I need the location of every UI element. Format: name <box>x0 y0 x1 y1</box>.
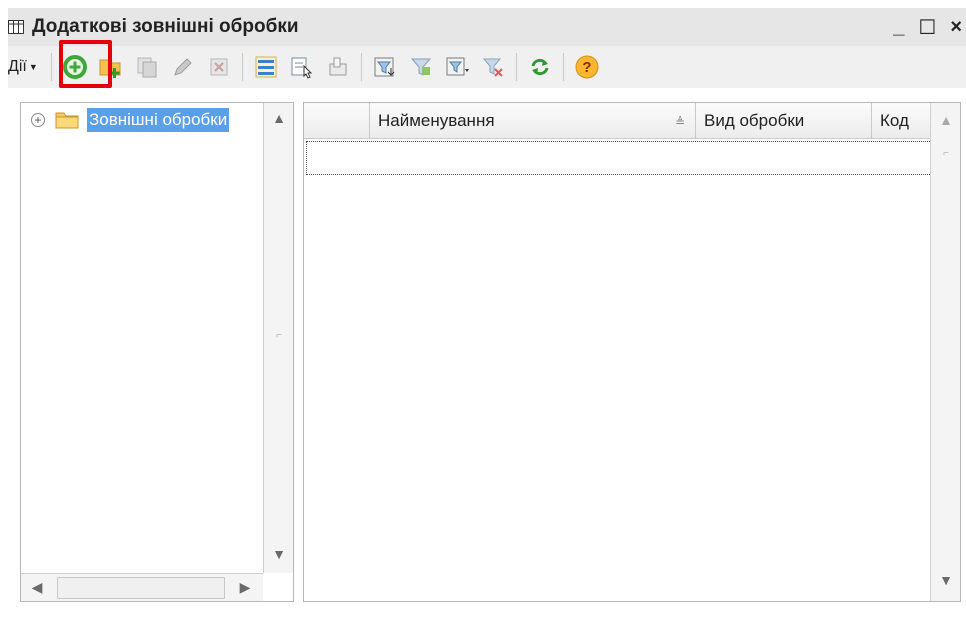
help-icon: ? <box>574 54 600 80</box>
copy-button[interactable] <box>133 53 161 81</box>
table-row[interactable] <box>306 141 932 175</box>
close-button[interactable]: × <box>950 16 962 39</box>
window-title: Додаткові зовнішні обробки <box>32 16 299 37</box>
filter-clear-icon <box>480 54 506 80</box>
toolbar: Дії ▼ ? <box>8 46 966 88</box>
delete-button[interactable] <box>205 53 233 81</box>
toolbar-separator <box>562 53 564 81</box>
grid-header: Найменування ≜ Вид обробки Код <box>304 103 932 139</box>
column-header-icon[interactable] <box>304 103 370 139</box>
chevron-down-icon: ▼ <box>28 62 38 72</box>
scroll-thumb[interactable] <box>57 577 225 599</box>
scroll-up-icon[interactable]: ▲ <box>931 105 961 135</box>
toolbar-separator <box>50 53 52 81</box>
expand-icon[interactable]: + <box>31 113 45 127</box>
select-icon <box>325 54 351 80</box>
select-button[interactable] <box>324 53 352 81</box>
svg-text:?: ? <box>582 59 591 76</box>
sort-ascending-icon: ≜ <box>674 115 685 129</box>
add-folder-button[interactable] <box>97 53 125 81</box>
column-header-name-label: Найменування <box>378 111 495 130</box>
scroll-right-icon[interactable]: ▶ <box>231 573 259 601</box>
filter-clear-button[interactable] <box>479 53 507 81</box>
filter-apply-button[interactable] <box>407 53 435 81</box>
scroll-down-icon[interactable]: ▼ <box>264 539 294 569</box>
add-icon <box>62 54 88 80</box>
filter-icon <box>372 54 398 80</box>
column-header-type[interactable]: Вид обробки <box>696 103 872 139</box>
add-folder-icon <box>98 54 124 80</box>
toolbar-separator <box>515 53 517 81</box>
actions-menu[interactable]: Дії ▼ <box>8 58 38 76</box>
filter-apply-icon <box>408 54 434 80</box>
hierarchy-button[interactable] <box>252 53 280 81</box>
filter-menu-icon <box>444 54 470 80</box>
scroll-left-icon[interactable]: ◀ <box>23 573 51 601</box>
copy-icon <box>134 54 160 80</box>
refresh-button[interactable] <box>526 53 554 81</box>
toolbar-separator <box>360 53 362 81</box>
grid-panel: Найменування ≜ Вид обробки Код ▲ ⌐ ▼ <box>303 102 961 602</box>
maximize-button[interactable]: ☐ <box>918 15 936 40</box>
window-title-bar: Додаткові зовнішні обробки _ ☐ × <box>8 8 966 46</box>
scroll-up-icon[interactable]: ▲ <box>264 103 294 133</box>
filter-menu-button[interactable] <box>443 53 471 81</box>
column-header-name[interactable]: Найменування ≜ <box>370 103 696 139</box>
table-icon <box>8 19 24 35</box>
scroll-down-icon[interactable]: ▼ <box>931 565 961 595</box>
tree-item-label: Зовнішні обробки <box>87 108 230 132</box>
tree-panel: + Зовнішні обробки ▲ ⌐ ▼ ◀ ▶ <box>20 102 294 602</box>
scroll-thumb-grip-icon[interactable]: ⌐ <box>941 149 951 159</box>
column-header-code[interactable]: Код <box>872 103 932 139</box>
refresh-icon <box>527 54 553 80</box>
grid-vertical-scrollbar[interactable]: ▲ ⌐ ▼ <box>930 103 960 601</box>
hierarchy-icon <box>253 54 279 80</box>
filter-button[interactable] <box>371 53 399 81</box>
add-button[interactable] <box>61 53 89 81</box>
actions-menu-label: Дії <box>8 58 27 75</box>
list-mode-icon <box>289 54 315 80</box>
edit-button[interactable] <box>169 53 197 81</box>
help-button[interactable]: ? <box>573 53 601 81</box>
window-controls: _ ☐ × <box>893 8 966 46</box>
minimize-button[interactable]: _ <box>893 16 904 39</box>
tree-vertical-scrollbar[interactable]: ▲ ⌐ ▼ <box>263 103 293 573</box>
tree-item-root[interactable]: + Зовнішні обробки <box>21 103 263 137</box>
toolbar-separator <box>241 53 243 81</box>
edit-icon <box>170 54 196 80</box>
tree-horizontal-scrollbar[interactable]: ◀ ▶ <box>21 573 263 601</box>
scroll-thumb-grip-icon[interactable]: ⌐ <box>274 331 284 341</box>
list-mode-button[interactable] <box>288 53 316 81</box>
delete-icon <box>206 54 232 80</box>
folder-icon <box>55 111 79 129</box>
